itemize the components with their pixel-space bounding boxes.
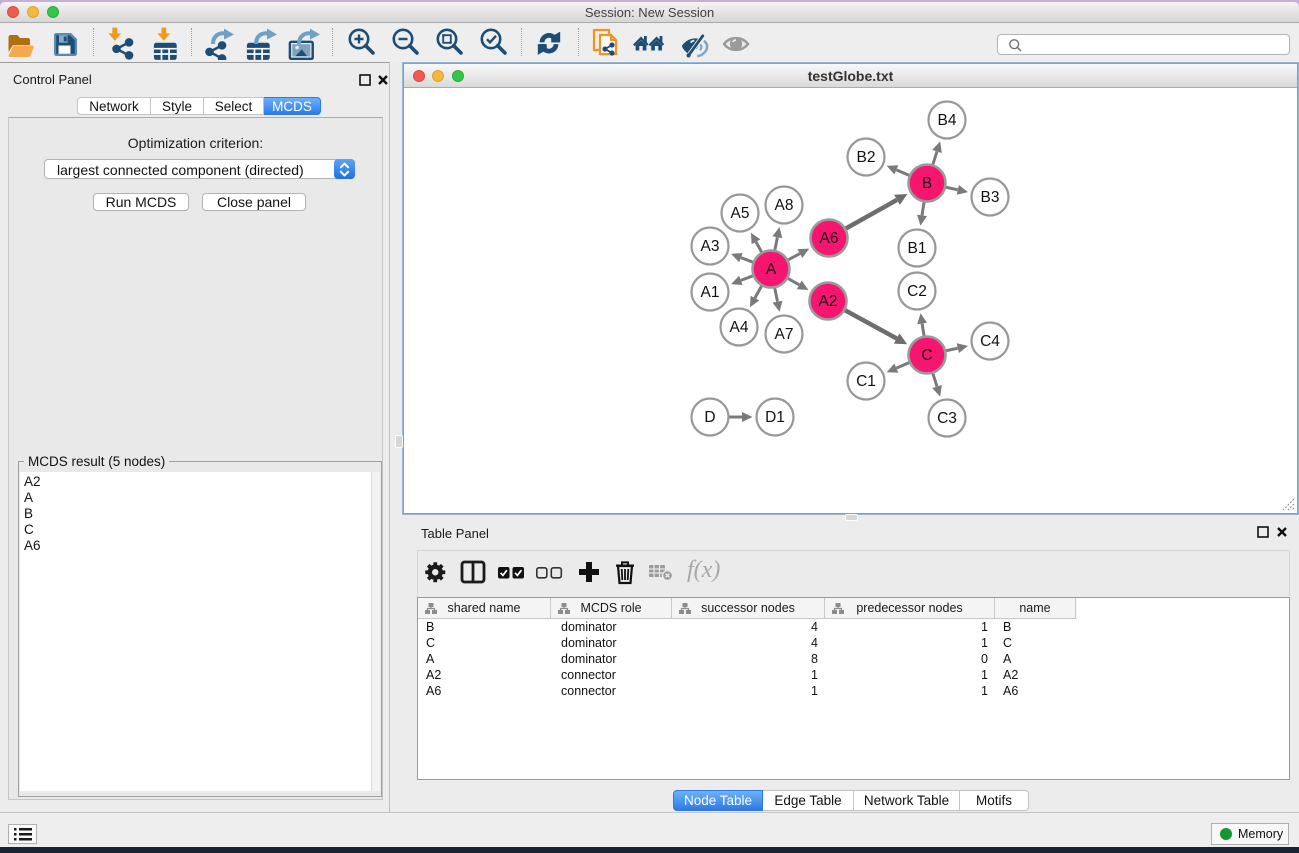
svg-text:B: B (922, 175, 932, 192)
svg-text:A4: A4 (730, 319, 749, 336)
svg-text:A: A (766, 261, 777, 278)
svg-text:A7: A7 (775, 326, 794, 343)
svg-text:D1: D1 (765, 409, 785, 426)
svg-text:B2: B2 (857, 149, 876, 166)
svg-text:A3: A3 (701, 238, 720, 255)
svg-text:C4: C4 (980, 333, 1000, 350)
svg-text:C2: C2 (907, 283, 927, 300)
svg-text:C1: C1 (856, 373, 876, 390)
svg-text:A2: A2 (819, 293, 838, 310)
svg-text:B3: B3 (981, 189, 1000, 206)
svg-text:A6: A6 (820, 230, 839, 247)
svg-text:C: C (921, 347, 932, 364)
svg-text:A1: A1 (701, 284, 720, 301)
svg-text:A5: A5 (731, 205, 750, 222)
svg-text:B1: B1 (908, 240, 927, 257)
svg-text:D: D (704, 409, 715, 426)
svg-text:B4: B4 (938, 112, 957, 129)
svg-text:A8: A8 (775, 197, 794, 214)
svg-text:C3: C3 (937, 410, 957, 427)
